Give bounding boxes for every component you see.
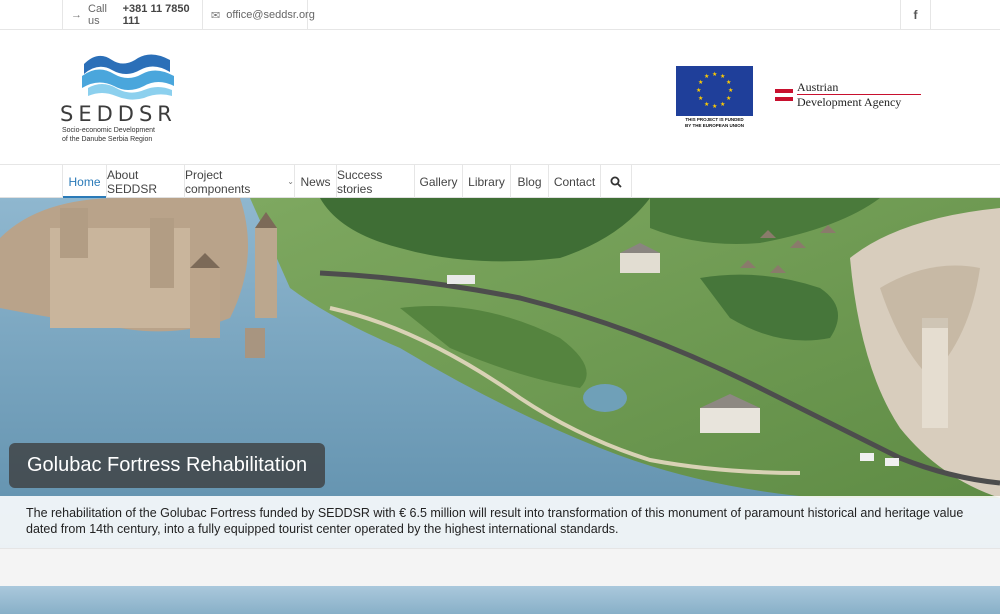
- nav-gallery[interactable]: Gallery: [414, 165, 462, 198]
- nav-success-stories-label: Success stories: [337, 167, 383, 196]
- arrow-right-icon: →: [71, 9, 82, 21]
- logo-brand: SEDDSR: [60, 102, 177, 126]
- nav-blog-label: Blog: [517, 174, 542, 189]
- nav-library-label: Library: [468, 174, 505, 189]
- section-divider: [0, 548, 1000, 586]
- nav-contact-label: Contact: [553, 174, 596, 189]
- site-header: SEDDSR Socio-economic Development of the…: [0, 30, 1000, 165]
- ada-logo: Austrian Development Agency: [775, 80, 925, 110]
- hero-slider[interactable]: Golubac Fortress Rehabilitation The reha…: [0, 198, 1000, 548]
- next-section-image: [0, 586, 1000, 614]
- nav-about[interactable]: About SEDDSR: [106, 165, 184, 198]
- nav-project-components[interactable]: Project components ⌄: [184, 165, 294, 198]
- call-label: Call us: [88, 3, 107, 27]
- nav-search[interactable]: [600, 165, 632, 198]
- eu-funding-logo: ★ ★ ★ ★ ★ ★ ★ ★ ★ ★ ★ ★ THIS PROJECT IS …: [676, 66, 753, 130]
- waves-logo-icon: [82, 54, 174, 100]
- main-navigation: Home About SEDDSR Project components ⌄ N…: [0, 165, 1000, 198]
- ada-line-2: Development Agency: [797, 95, 902, 109]
- hero-caption: The rehabilitation of the Golubac Fortre…: [0, 496, 1000, 548]
- ada-line-1: Austrian: [797, 80, 839, 94]
- email-contact[interactable]: ✉ office@seddsr.org: [202, 0, 315, 30]
- email-address[interactable]: office@seddsr.org: [226, 9, 315, 21]
- chevron-down-icon: ⌄: [287, 177, 294, 186]
- logo-tagline-2: of the Danube Serbia Region: [62, 136, 153, 143]
- nav-contact[interactable]: Contact: [548, 165, 600, 198]
- austria-flag-icon: [775, 89, 793, 101]
- nav-success-stories[interactable]: Success stories: [336, 165, 414, 198]
- nav-news-label: News: [300, 174, 331, 189]
- nav-news[interactable]: News: [294, 165, 336, 198]
- hero-title: Golubac Fortress Rehabilitation: [9, 443, 326, 488]
- eu-flag-icon: ★ ★ ★ ★ ★ ★ ★ ★ ★ ★ ★ ★: [676, 66, 753, 116]
- nav-project-components-label: Project components: [185, 167, 251, 196]
- site-logo[interactable]: SEDDSR Socio-economic Development of the…: [58, 50, 188, 150]
- nav-gallery-label: Gallery: [419, 174, 458, 189]
- envelope-icon: ✉: [211, 9, 221, 22]
- facebook-icon: f: [913, 8, 918, 22]
- logo-tagline-1: Socio-economic Development: [62, 127, 155, 134]
- nav-about-label: About SEDDSR: [107, 167, 158, 196]
- call-us[interactable]: → Call us +381 11 7850 111: [62, 0, 202, 30]
- eu-caption-1: THIS PROJECT IS FUNDED: [685, 117, 744, 122]
- nav-home-label: Home: [68, 174, 101, 189]
- search-icon: [610, 176, 622, 188]
- eu-caption-2: BY THE EUROPEAN UNION: [685, 123, 744, 128]
- phone-number[interactable]: +381 11 7850 111: [123, 3, 202, 27]
- top-bar: → Call us +381 11 7850 111 ✉ office@sedd…: [0, 0, 1000, 30]
- nav-library[interactable]: Library: [462, 165, 510, 198]
- facebook-link[interactable]: f: [900, 0, 931, 30]
- nav-home[interactable]: Home: [62, 165, 106, 198]
- nav-blog[interactable]: Blog: [510, 165, 548, 198]
